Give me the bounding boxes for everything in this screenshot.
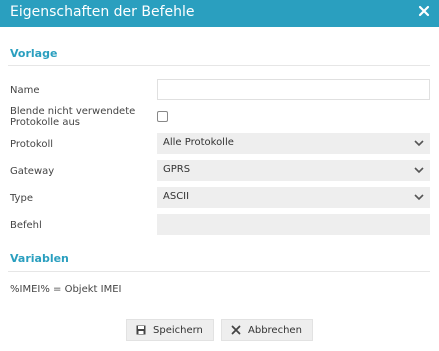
name-input[interactable] bbox=[157, 79, 430, 100]
hide-unused-protocols-label: Blende nicht verwendete Protokolle aus bbox=[10, 106, 135, 128]
variable-info-text: %IMEI% = Objekt IMEI bbox=[10, 284, 122, 295]
protokoll-label: Protokoll bbox=[10, 139, 54, 150]
close-icon bbox=[231, 325, 241, 335]
cancel-button[interactable]: Abbrechen bbox=[221, 319, 313, 341]
hide-unused-protocols-checkbox[interactable] bbox=[157, 111, 168, 122]
save-button-label: Speichern bbox=[153, 325, 203, 336]
hide-label-line1: Blende nicht verwendete bbox=[10, 106, 136, 117]
chevron-down-icon bbox=[414, 140, 424, 147]
type-selected-value: ASCII bbox=[163, 191, 190, 202]
dialog-titlebar: Eigenschaften der Befehle bbox=[0, 0, 439, 27]
floppy-disk-icon bbox=[136, 325, 146, 335]
gateway-selected-value: GPRS bbox=[163, 164, 191, 175]
dialog-title: Eigenschaften der Befehle bbox=[10, 4, 195, 20]
type-label: Type bbox=[10, 193, 33, 204]
save-button[interactable]: Speichern bbox=[126, 319, 214, 341]
cancel-button-label: Abbrechen bbox=[248, 325, 302, 336]
name-label: Name bbox=[10, 85, 40, 96]
section-title-vorlage: Vorlage bbox=[10, 47, 58, 60]
hide-label-line2: Protokolle aus bbox=[10, 117, 81, 128]
befehl-label: Befehl bbox=[10, 220, 42, 231]
section-divider bbox=[8, 65, 430, 66]
close-icon[interactable] bbox=[417, 4, 431, 18]
type-select[interactable]: ASCII bbox=[157, 187, 430, 208]
gateway-label: Gateway bbox=[10, 166, 55, 177]
gateway-select[interactable]: GPRS bbox=[157, 160, 430, 181]
protokoll-selected-value: Alle Protokolle bbox=[163, 137, 234, 148]
chevron-down-icon bbox=[414, 167, 424, 174]
befehl-field[interactable] bbox=[157, 214, 430, 235]
protokoll-select[interactable]: Alle Protokolle bbox=[157, 133, 430, 154]
section-title-variablen: Variablen bbox=[10, 252, 69, 265]
chevron-down-icon bbox=[414, 194, 424, 201]
command-properties-dialog: Eigenschaften der Befehle Vorlage Name B… bbox=[0, 0, 439, 351]
section-divider bbox=[8, 271, 430, 272]
